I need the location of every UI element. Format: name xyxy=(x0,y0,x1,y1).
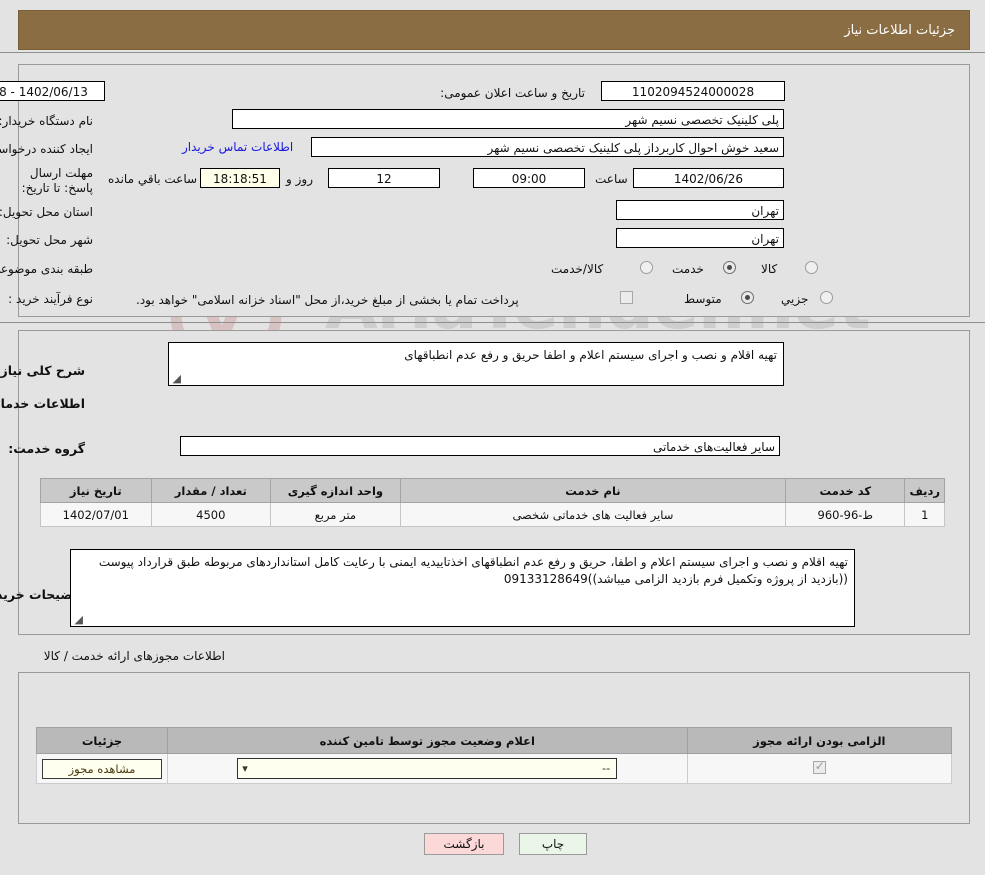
page-root: جزئیات اطلاعات نیاز AriaTender.net شماره… xyxy=(0,0,985,875)
deadline-label: مهلت ارسال پاسخ: تا تاریخ: xyxy=(21,166,93,195)
radio-category-kala-khedmat[interactable] xyxy=(640,261,653,274)
cell-permit-status: ▾ -- xyxy=(166,753,688,784)
buyer-org-label: نام دستگاه خریدار: xyxy=(0,114,93,128)
deadline-time-label: ساعت xyxy=(595,172,628,186)
treasury-note-label: پرداخت تمام یا بخشی از مبلغ خرید،از محل … xyxy=(136,293,519,307)
cell-date: 1402/07/01 xyxy=(40,502,152,527)
general-desc-value: تهیه اقلام و نصب و اجرای سیستم اعلام و ا… xyxy=(404,348,777,362)
col-unit: واحد اندازه گیری xyxy=(270,478,401,503)
permits-header-row: الزامی بودن ارائه مجوز اعلام وضعیت مجوز … xyxy=(36,727,953,754)
buyer-org-value: پلی کلینیک تخصصی نسیم شهر xyxy=(232,109,784,129)
need-number-value: 1102094524000028 xyxy=(601,81,785,101)
radio-process-motavasset-label: متوسط xyxy=(684,292,722,306)
permit-status-value: -- xyxy=(601,761,611,775)
col-radif: ردیف xyxy=(904,478,945,503)
service-items-table: ردیف کد خدمت نام خدمت واحد اندازه گیری ت… xyxy=(40,478,945,527)
radio-process-motavasset[interactable] xyxy=(741,291,754,304)
col-permit-details: جزئیات xyxy=(36,727,168,754)
permits-table: الزامی بودن ارائه مجوز اعلام وضعیت مجوز … xyxy=(36,727,953,784)
cell-code: ط-96-960 xyxy=(785,502,906,527)
announce-datetime-label: تاریخ و ساعت اعلان عمومی: xyxy=(440,86,585,100)
col-permit-required: الزامی بودن ارائه مجوز xyxy=(686,727,953,754)
cell-name: سایر فعالیت های خدماتی شخصی xyxy=(399,502,787,527)
col-permit-status: اعلام وضعیت مجوز توسط تامین کننده xyxy=(166,727,688,754)
back-button[interactable]: بازگشت xyxy=(424,833,504,855)
process-label: نوع فرآیند خرید : xyxy=(8,292,93,306)
deadline-date-value: 1402/06/26 xyxy=(633,168,784,188)
resize-grip-icon[interactable]: ◢ xyxy=(73,614,83,625)
chevron-down-icon: ▾ xyxy=(242,762,248,775)
print-button[interactable]: چاپ xyxy=(519,833,587,855)
radio-process-jozee[interactable] xyxy=(820,291,833,304)
table-row: 1 ط-96-960 سایر فعالیت های خدماتی شخصی م… xyxy=(40,502,945,527)
summary-panel xyxy=(18,64,970,317)
province-label: استان محل تحویل: xyxy=(0,205,93,219)
permits-table-wrap: الزامی بودن ارائه مجوز اعلام وضعیت مجوز … xyxy=(36,727,953,797)
title-divider xyxy=(0,52,985,53)
announce-datetime-value: 1402/06/13 - 13:18 xyxy=(0,81,105,101)
col-qty: تعداد / مقدار xyxy=(150,478,272,503)
radio-category-kala[interactable] xyxy=(805,261,818,274)
cell-permit-details: مشاهده مجوز xyxy=(36,753,168,784)
summary-divider xyxy=(0,322,985,323)
permits-section-title: اطلاعات مجوزهای ارائه خدمت / کالا xyxy=(43,649,225,663)
deadline-time-value: 09:00 xyxy=(473,168,585,188)
days-word-label: روز و xyxy=(286,172,313,186)
creator-value: سعید خوش احوال کاربرداز پلی کلینیک تخصصی… xyxy=(311,137,784,157)
days-remaining-value: 12 xyxy=(328,168,440,188)
radio-process-jozee-label: جزیي xyxy=(781,292,809,306)
cell-radif: 1 xyxy=(904,502,945,527)
radio-category-kala-label: کالا xyxy=(761,262,778,276)
radio-category-kala-khedmat-label: کالا/خدمت xyxy=(551,262,604,276)
page-title-bar: جزئیات اطلاعات نیاز xyxy=(18,10,970,50)
province-value: تهران xyxy=(616,200,784,220)
permit-required-checkbox xyxy=(812,759,826,774)
service-group-label: گروه خدمت: xyxy=(8,441,85,456)
cell-qty: 4500 xyxy=(150,502,272,527)
col-code: کد خدمت xyxy=(785,478,906,503)
page-title: جزئیات اطلاعات نیاز xyxy=(844,22,955,38)
general-desc-textarea[interactable]: تهیه اقلام و نصب و اجرای سیستم اعلام و ا… xyxy=(168,342,784,386)
permit-status-dropdown[interactable]: ▾ -- xyxy=(237,758,618,779)
radio-category-khedmat-label: خدمت xyxy=(672,262,704,276)
permits-row: ▾ -- مشاهده مجوز xyxy=(36,753,953,784)
services-info-heading: اطلاعات خدمات مورد نیاز xyxy=(0,396,85,411)
radio-category-khedmat[interactable] xyxy=(723,261,736,274)
buyer-notes-textarea[interactable]: تهیه اقلام و نصب و اجرای سیستم اعلام و ا… xyxy=(70,549,855,627)
remaining-suffix-label: ساعت باقي مانده xyxy=(108,172,198,186)
time-remaining-value: 18:18:51 xyxy=(200,168,280,188)
col-date: تاریخ نیاز xyxy=(40,478,152,503)
col-name: نام خدمت xyxy=(399,478,787,503)
resize-grip-icon[interactable]: ◢ xyxy=(171,373,181,384)
creator-label: ایجاد کننده درخواست: xyxy=(0,142,93,156)
service-group-value: سایر فعالیت‌های خدماتی xyxy=(180,436,780,456)
general-desc-label: شرح کلی نیاز: xyxy=(0,363,85,378)
cell-permit-required xyxy=(686,753,953,784)
category-label: طبقه بندی موضوعی: xyxy=(0,262,93,276)
city-label: شهر محل تحویل: xyxy=(6,233,93,247)
buyer-notes-value: تهیه اقلام و نصب و اجرای سیستم اعلام و ا… xyxy=(98,555,848,586)
checkbox-treasury-documents[interactable] xyxy=(620,291,633,304)
table-header-row: ردیف کد خدمت نام خدمت واحد اندازه گیری ت… xyxy=(40,478,945,503)
view-permit-button[interactable]: مشاهده مجوز xyxy=(41,758,162,779)
cell-unit: متر مربع xyxy=(270,502,401,527)
city-value: تهران xyxy=(616,228,784,248)
buyer-contact-link[interactable]: اطلاعات تماس خریدار xyxy=(182,140,293,154)
